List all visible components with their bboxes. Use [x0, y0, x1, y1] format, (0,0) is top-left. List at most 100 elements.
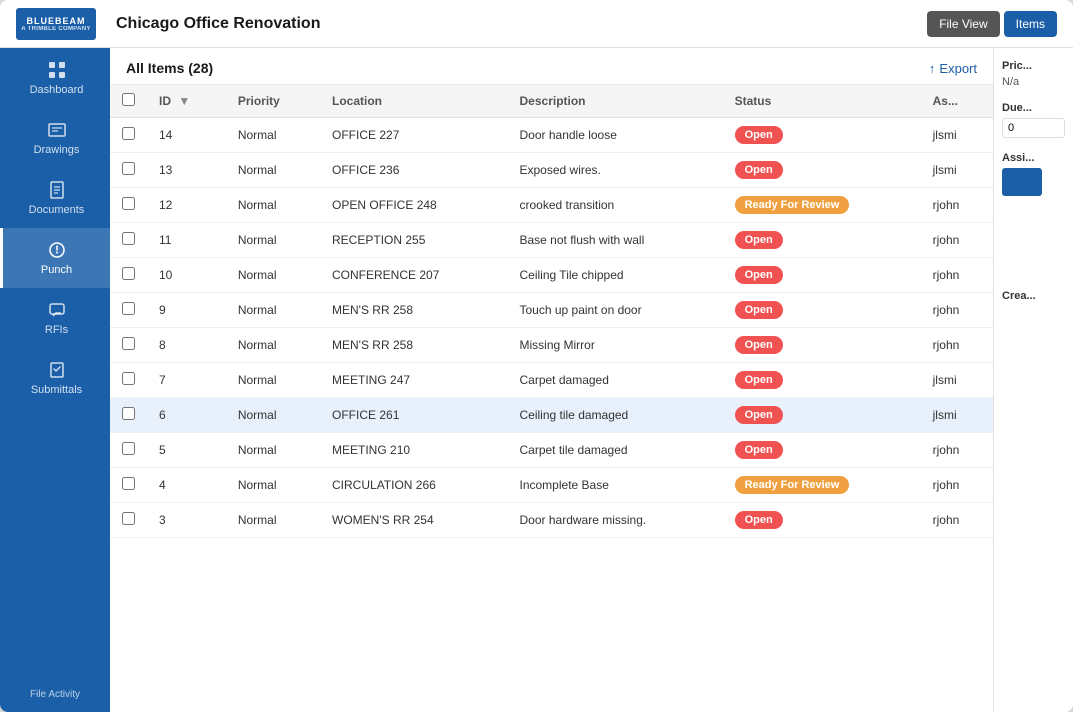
- table-row[interactable]: 10 Normal CONFERENCE 207 Ceiling Tile ch…: [110, 258, 993, 293]
- price-label: Pric...: [1002, 60, 1065, 72]
- row-description: Base not flush with wall: [508, 223, 723, 258]
- row-description: Exposed wires.: [508, 153, 723, 188]
- table-row[interactable]: 8 Normal MEN'S RR 258 Missing Mirror Ope…: [110, 328, 993, 363]
- row-status: Ready For Review: [723, 188, 921, 223]
- sidebar-item-rfis-label: RFIs: [45, 324, 68, 336]
- file-view-button[interactable]: File View: [927, 11, 999, 37]
- table-row[interactable]: 13 Normal OFFICE 236 Exposed wires. Open…: [110, 153, 993, 188]
- row-assigned: jlsmi: [921, 363, 993, 398]
- price-value: N/a: [1002, 76, 1065, 88]
- sidebar-item-submittals[interactable]: Submittals: [0, 348, 110, 408]
- assigned-label: Assi...: [1002, 152, 1065, 164]
- row-checkbox[interactable]: [122, 127, 135, 140]
- row-priority: Normal: [226, 258, 320, 293]
- row-location: WOMEN'S RR 254: [320, 503, 507, 538]
- table-container[interactable]: ID ▼ Priority Location Description Statu…: [110, 85, 993, 712]
- sidebar-item-drawings[interactable]: Drawings: [0, 108, 110, 168]
- header-priority: Priority: [226, 85, 320, 118]
- table-row[interactable]: 4 Normal CIRCULATION 266 Incomplete Base…: [110, 468, 993, 503]
- status-badge: Open: [735, 441, 783, 459]
- page-title: Chicago Office Renovation: [116, 15, 927, 33]
- row-id: 4: [147, 468, 226, 503]
- row-checkbox[interactable]: [122, 442, 135, 455]
- due-input[interactable]: [1002, 118, 1065, 138]
- sidebar-item-documents[interactable]: Documents: [0, 168, 110, 228]
- punch-icon: [47, 240, 67, 260]
- table-row[interactable]: 7 Normal MEETING 247 Carpet damaged Open…: [110, 363, 993, 398]
- header-id[interactable]: ID ▼: [147, 85, 226, 118]
- row-checkbox[interactable]: [122, 512, 135, 525]
- row-checkbox-cell: [110, 503, 147, 538]
- assigned-section: Assi...: [1002, 152, 1065, 196]
- row-status: Open: [723, 328, 921, 363]
- row-location: MEN'S RR 258: [320, 328, 507, 363]
- row-priority: Normal: [226, 328, 320, 363]
- table-row[interactable]: 3 Normal WOMEN'S RR 254 Door hardware mi…: [110, 503, 993, 538]
- sidebar-item-rfis[interactable]: RFIs: [0, 288, 110, 348]
- table-row[interactable]: 14 Normal OFFICE 227 Door handle loose O…: [110, 118, 993, 153]
- created-section: Crea...: [1002, 290, 1065, 302]
- right-panel: Pric... N/a Due... Assi... Crea...: [993, 48, 1073, 712]
- row-location: CIRCULATION 266: [320, 468, 507, 503]
- main-layout: Dashboard Drawings: [0, 48, 1073, 712]
- items-table: ID ▼ Priority Location Description Statu…: [110, 85, 993, 538]
- row-checkbox[interactable]: [122, 407, 135, 420]
- row-checkbox[interactable]: [122, 477, 135, 490]
- table-row[interactable]: 11 Normal RECEPTION 255 Base not flush w…: [110, 223, 993, 258]
- export-button[interactable]: ↑ Export: [929, 61, 977, 76]
- sidebar-item-dashboard[interactable]: Dashboard: [0, 48, 110, 108]
- select-all-checkbox[interactable]: [122, 93, 135, 106]
- items-button[interactable]: Items: [1004, 11, 1057, 37]
- row-priority: Normal: [226, 223, 320, 258]
- sidebar-item-punch[interactable]: Punch: [0, 228, 110, 288]
- row-checkbox-cell: [110, 118, 147, 153]
- row-location: OPEN OFFICE 248: [320, 188, 507, 223]
- row-assigned: jlsmi: [921, 398, 993, 433]
- row-assigned: rjohn: [921, 433, 993, 468]
- row-checkbox-cell: [110, 293, 147, 328]
- due-label: Due...: [1002, 102, 1065, 114]
- status-badge: Ready For Review: [735, 476, 850, 494]
- created-label: Crea...: [1002, 290, 1065, 302]
- table-row[interactable]: 12 Normal OPEN OFFICE 248 crooked transi…: [110, 188, 993, 223]
- row-checkbox[interactable]: [122, 337, 135, 350]
- export-icon: ↑: [929, 61, 936, 76]
- row-id: 10: [147, 258, 226, 293]
- row-priority: Normal: [226, 293, 320, 328]
- row-status: Ready For Review: [723, 468, 921, 503]
- row-checkbox[interactable]: [122, 162, 135, 175]
- row-id: 6: [147, 398, 226, 433]
- row-checkbox[interactable]: [122, 302, 135, 315]
- row-checkbox-cell: [110, 188, 147, 223]
- logo-area: BLUEBEAM A TRIMBLE COMPANY: [16, 8, 96, 40]
- sidebar: Dashboard Drawings: [0, 48, 110, 712]
- row-location: OFFICE 261: [320, 398, 507, 433]
- row-priority: Normal: [226, 118, 320, 153]
- row-checkbox[interactable]: [122, 197, 135, 210]
- row-checkbox-cell: [110, 153, 147, 188]
- table-row[interactable]: 6 Normal OFFICE 261 Ceiling tile damaged…: [110, 398, 993, 433]
- row-location: RECEPTION 255: [320, 223, 507, 258]
- status-badge: Ready For Review: [735, 196, 850, 214]
- row-description: Incomplete Base: [508, 468, 723, 503]
- row-checkbox[interactable]: [122, 267, 135, 280]
- row-status: Open: [723, 398, 921, 433]
- row-description: Touch up paint on door: [508, 293, 723, 328]
- sidebar-item-punch-label: Punch: [41, 264, 72, 276]
- logo-sub: A TRIMBLE COMPANY: [21, 26, 90, 32]
- row-status: Open: [723, 223, 921, 258]
- table-row[interactable]: 5 Normal MEETING 210 Carpet tile damaged…: [110, 433, 993, 468]
- row-checkbox[interactable]: [122, 232, 135, 245]
- row-priority: Normal: [226, 153, 320, 188]
- row-priority: Normal: [226, 398, 320, 433]
- bluebeam-logo: BLUEBEAM A TRIMBLE COMPANY: [16, 8, 96, 40]
- status-badge: Open: [735, 371, 783, 389]
- sidebar-item-dashboard-label: Dashboard: [30, 84, 84, 96]
- row-checkbox[interactable]: [122, 372, 135, 385]
- header-status: Status: [723, 85, 921, 118]
- file-activity-button[interactable]: File Activity: [0, 677, 110, 712]
- row-id: 3: [147, 503, 226, 538]
- table-row[interactable]: 9 Normal MEN'S RR 258 Touch up paint on …: [110, 293, 993, 328]
- assigned-picker[interactable]: [1002, 168, 1042, 196]
- row-checkbox-cell: [110, 363, 147, 398]
